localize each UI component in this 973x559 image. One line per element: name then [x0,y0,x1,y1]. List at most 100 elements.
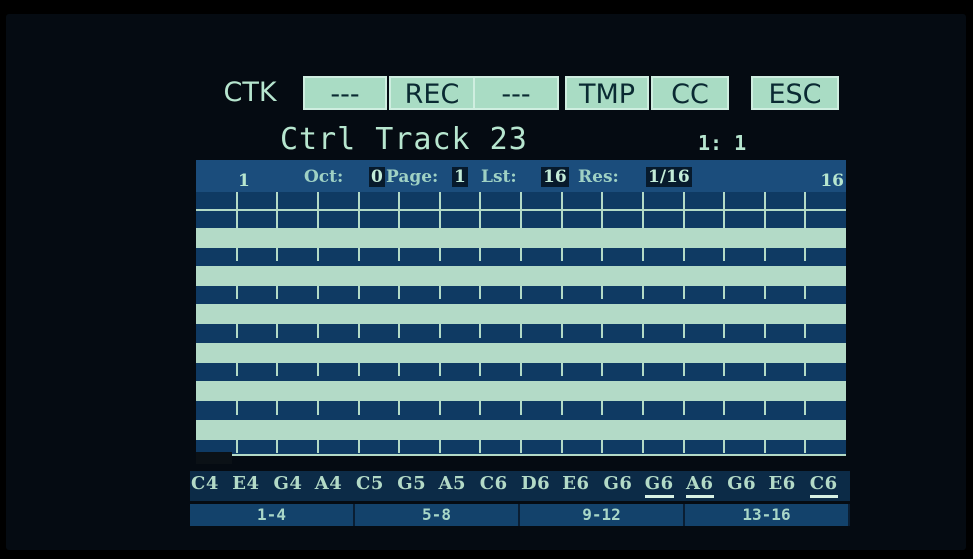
grid-column-divider [357,281,360,299]
grid-column-divider [316,397,319,415]
grid-column-divider [641,320,644,338]
grid-column-divider [520,243,522,261]
step-note[interactable]: C6 [480,473,508,494]
ctk-label: CTK [223,77,277,108]
grid-column-divider [641,281,644,299]
page-tab[interactable]: 5-8 [355,504,520,526]
grid-column-divider [235,435,238,453]
grid-column-divider [438,281,441,299]
step-note[interactable]: A4 [315,473,343,494]
grid-column-divider [682,281,685,299]
grid-column-divider [357,358,360,376]
step-note[interactable]: E6 [562,473,589,494]
page-tab[interactable]: 9-12 [520,504,685,526]
grid-column-divider [601,243,604,261]
grid-column-divider [438,435,441,453]
grid-column-divider [641,435,644,453]
grid-column-divider [357,435,360,453]
step-note[interactable]: G5 [397,473,426,494]
first-step-number: 1 [238,171,250,191]
step-grid-panel: 1 Oct: 0 Page: 1 Lst: 16 Res: 1/16 16 [196,160,846,456]
step-note[interactable]: G6 [644,473,674,498]
step-note[interactable]: G6 [604,473,633,494]
grid-line [196,454,846,456]
grid-column-divider [479,192,482,229]
grid-column-divider [804,358,807,376]
step-note[interactable]: C5 [356,473,384,494]
grid-column-divider [276,192,279,229]
tmp-button[interactable]: TMP [565,76,649,110]
step-note[interactable]: A5 [439,473,467,494]
grid-column-divider [682,320,685,338]
note-row: C4 E4 G4 A4 C5 G5 A5 C6 D6 E6 G6 G6 A6 G6 E6 C6 [190,471,850,501]
grid-column-divider [641,358,644,376]
grid-column-divider [235,243,238,261]
grid-column-divider [723,320,726,338]
page-tab[interactable]: 1-4 [190,504,355,526]
grid-column-divider [763,435,766,453]
step-note[interactable]: E4 [232,473,259,494]
step-note[interactable]: A6 [686,473,714,498]
res-value[interactable]: 1/16 [646,167,692,187]
grid-column-divider [357,192,360,229]
grid-column-divider [601,281,604,299]
grid-column-divider [723,192,726,229]
grid-column-divider [276,358,279,376]
grid-column-divider [357,397,360,415]
grid-column-divider [560,435,563,453]
grid-column-divider [560,243,563,261]
grid-column-divider [479,320,482,338]
step-note[interactable]: G4 [274,473,303,494]
step-note[interactable]: E6 [769,473,796,494]
grid-column-divider [479,435,482,453]
grid-column-divider [560,192,563,229]
grid-column-divider [520,435,522,453]
step-note[interactable]: D6 [521,473,550,494]
toolbar: CTK --- REC --- TMP CC ESC [211,76,841,112]
grid-column-divider [763,320,766,338]
grid-column-divider [520,320,522,338]
page-tab[interactable]: 13-16 [685,504,850,526]
step-cursor [196,452,232,464]
esc-button[interactable]: ESC [751,76,839,110]
page-value[interactable]: 1 [452,167,468,187]
oct-value[interactable]: 0 [369,167,385,187]
rec-button[interactable]: REC [389,76,475,110]
grid-column-divider [763,358,766,376]
grid-column-divider [398,192,401,229]
track-title: Ctrl Track 23 [280,122,528,157]
cc-button[interactable]: CC [651,76,729,110]
toolbar-button-1[interactable]: --- [303,76,387,110]
grid-column-divider [438,397,441,415]
grid-column-divider [682,358,685,376]
toolbar-button-3[interactable]: --- [473,76,559,110]
step-note[interactable]: C4 [191,473,219,494]
grid-column-divider [235,358,238,376]
grid-column-divider [641,192,644,229]
step-note[interactable]: G6 [727,473,756,494]
grid-column-divider [316,281,319,299]
page-label: Page: [386,167,439,187]
grid-column-divider [682,192,685,229]
lst-value[interactable]: 16 [541,167,569,187]
oct-label: Oct: [304,167,344,187]
grid-column-divider [235,320,238,338]
grid-column-divider [398,358,401,376]
grid-column-divider [316,192,319,229]
grid-column-divider [804,243,807,261]
grid-column-divider [682,243,685,261]
grid-column-divider [763,281,766,299]
grid-column-divider [316,243,319,261]
grid-column-divider [723,358,726,376]
grid-column-divider [804,320,807,338]
grid-column-divider [641,243,644,261]
grid-column-divider [479,281,482,299]
grid-column-divider [601,358,604,376]
step-grid[interactable] [196,192,846,456]
grid-column-divider [438,243,441,261]
step-note[interactable]: C6 [809,473,838,498]
grid-column-divider [641,397,644,415]
grid-column-divider [682,397,685,415]
info-bar: 1 Oct: 0 Page: 1 Lst: 16 Res: 1/16 16 [196,160,846,192]
grid-column-divider [316,435,319,453]
